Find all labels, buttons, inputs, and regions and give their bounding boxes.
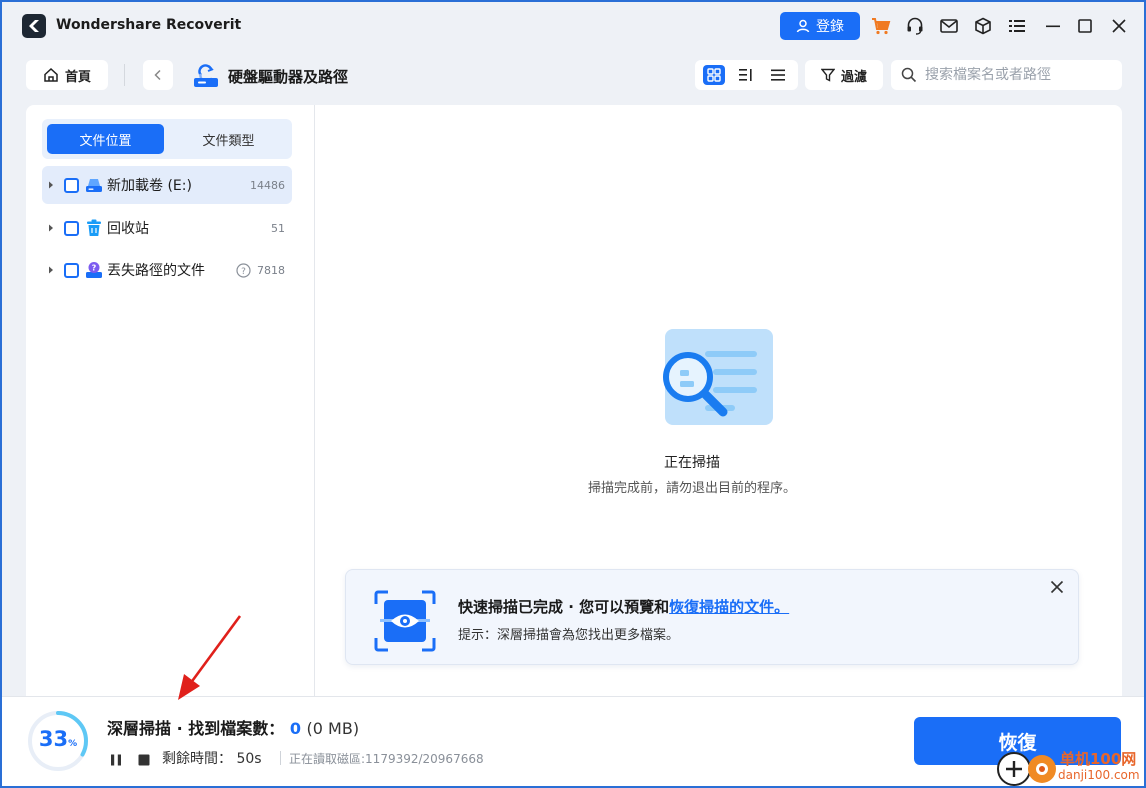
progress-percent: 33% <box>32 727 84 751</box>
headset-icon[interactable] <box>904 15 926 37</box>
remaining-time: 剩餘時間： 50s <box>162 751 262 767</box>
sidebar-item-drive-e[interactable]: 新加載卷 (E:) 14486 <box>42 166 292 204</box>
app-window: Wondershare Recoverit 登錄 首頁 硬盤驅動器及路徑 過濾 … <box>2 2 1144 786</box>
view-mode-toggle <box>695 60 798 90</box>
title-bar: Wondershare Recoverit 登錄 <box>2 2 1144 48</box>
maximize-icon[interactable] <box>1074 15 1096 37</box>
notice-hint: 提示：深層掃描會為您找出更多檔案。 <box>458 628 680 643</box>
caret-right-icon[interactable] <box>48 181 58 189</box>
mail-icon[interactable] <box>938 15 960 37</box>
search-icon <box>901 67 917 83</box>
menu-icon[interactable] <box>1006 15 1028 37</box>
filter-label: 過濾 <box>840 69 867 85</box>
notice-title: 快速掃描已完成 · 您可以預覽和恢復掃描的文件。 <box>458 596 789 617</box>
quick-scan-notice: 快速掃描已完成 · 您可以預覽和恢復掃描的文件。 提示：深層掃描會為您找出更多檔… <box>345 569 1079 665</box>
tab-file-type[interactable]: 文件類型 <box>170 124 287 154</box>
progress-percent-value: 33 <box>38 727 69 751</box>
annotation-arrow-icon <box>178 615 242 700</box>
svg-text:?: ? <box>241 267 246 277</box>
detail-list-icon <box>739 69 752 81</box>
sidebar-item-label: 新加載卷 (E:) <box>107 178 192 194</box>
watermark-url: danji100.com <box>1058 768 1140 782</box>
scan-status-subtitle: 掃描完成前，請勿退出目前的程序。 <box>587 481 796 496</box>
chevron-left-icon <box>154 69 161 81</box>
item-count: 51 <box>271 221 285 235</box>
sidebar-tabs: 文件位置 文件類型 <box>42 119 292 159</box>
found-size: (0 MB) <box>306 719 360 738</box>
scan-status-title: 正在掃描 <box>664 455 720 471</box>
search-box[interactable] <box>891 60 1122 90</box>
grid-view-button[interactable] <box>703 65 725 85</box>
sidebar: 文件位置 文件類型 新加載卷 (E:) 14486 回收站 51 ? 丟失路徑的… <box>26 105 315 705</box>
minimize-icon[interactable] <box>1042 15 1064 37</box>
notice-close-icon[interactable] <box>1048 578 1066 596</box>
watermark: 单机100网 danji100.com <box>996 748 1146 788</box>
pause-icon[interactable] <box>110 751 122 770</box>
login-label: 登錄 <box>816 19 844 35</box>
item-checkbox[interactable] <box>64 262 79 278</box>
page-title: 硬盤驅動器及路徑 <box>228 68 349 86</box>
deep-scan-title: 深層掃描 · 找到檔案數： 0 (0 MB) <box>107 715 359 739</box>
cart-icon[interactable] <box>870 15 892 37</box>
sidebar-item-recycle-bin[interactable]: 回收站 51 <box>42 209 292 247</box>
sidebar-item-label: 丟失路徑的文件 <box>107 263 205 279</box>
item-checkbox[interactable] <box>64 220 79 236</box>
search-input[interactable] <box>925 65 1115 85</box>
drive-icon <box>85 176 103 194</box>
recover-files-link[interactable]: 恢復掃描的文件。 <box>669 598 789 616</box>
deep-scan-label: 深層掃描 · 找到檔案數： <box>107 719 285 738</box>
app-logo-icon <box>22 14 46 38</box>
cube-icon[interactable] <box>972 15 994 37</box>
app-title: Wondershare Recoverit <box>56 17 242 33</box>
sidebar-item-lost-path[interactable]: ? 丟失路徑的文件 ? 7818 <box>42 251 292 289</box>
back-button[interactable] <box>143 60 173 90</box>
lost-path-icon: ? <box>85 261 103 279</box>
filter-icon <box>820 68 835 82</box>
item-count: 14486 <box>250 178 285 192</box>
stop-icon[interactable] <box>138 751 150 770</box>
sector-progress: 正在讀取磁區:1179392/20967668 <box>289 752 484 766</box>
tab-file-location[interactable]: 文件位置 <box>47 124 164 154</box>
detail-view-button[interactable] <box>735 65 757 85</box>
caret-right-icon[interactable] <box>48 266 58 274</box>
login-button[interactable]: 登錄 <box>780 12 860 40</box>
caret-right-icon[interactable] <box>48 224 58 232</box>
list-view-button[interactable] <box>767 65 789 85</box>
item-checkbox[interactable] <box>64 177 79 193</box>
user-icon <box>796 19 810 33</box>
notice-title-text: 快速掃描已完成 · 您可以預覽和 <box>458 598 670 616</box>
help-icon[interactable]: ? <box>236 262 251 278</box>
close-icon[interactable] <box>1108 15 1130 37</box>
status-divider <box>280 751 281 765</box>
percent-symbol: % <box>68 739 78 749</box>
watermark-text: 单机100网 <box>1060 750 1137 768</box>
hard-drive-path-icon <box>192 63 220 93</box>
toolbar-divider <box>124 64 125 86</box>
filter-button[interactable]: 過濾 <box>805 60 883 90</box>
item-count: 7818 <box>257 263 285 277</box>
eye-scan-icon <box>374 590 436 656</box>
recycle-bin-icon <box>85 219 103 237</box>
svg-text:?: ? <box>92 264 97 273</box>
scanning-illustration-icon <box>661 327 781 433</box>
list-icon <box>771 69 785 81</box>
sidebar-item-label: 回收站 <box>107 221 149 237</box>
scan-status-bar: 33% 深層掃描 · 找到檔案數： 0 (0 MB) 剩餘時間： 50s 正在讀… <box>2 696 1144 786</box>
home-button[interactable]: 首頁 <box>26 60 108 90</box>
home-icon <box>44 67 58 82</box>
home-label: 首頁 <box>64 69 91 85</box>
grid-icon <box>707 68 721 82</box>
found-count: 0 <box>289 719 301 738</box>
watermark-logo-icon <box>997 752 1056 786</box>
